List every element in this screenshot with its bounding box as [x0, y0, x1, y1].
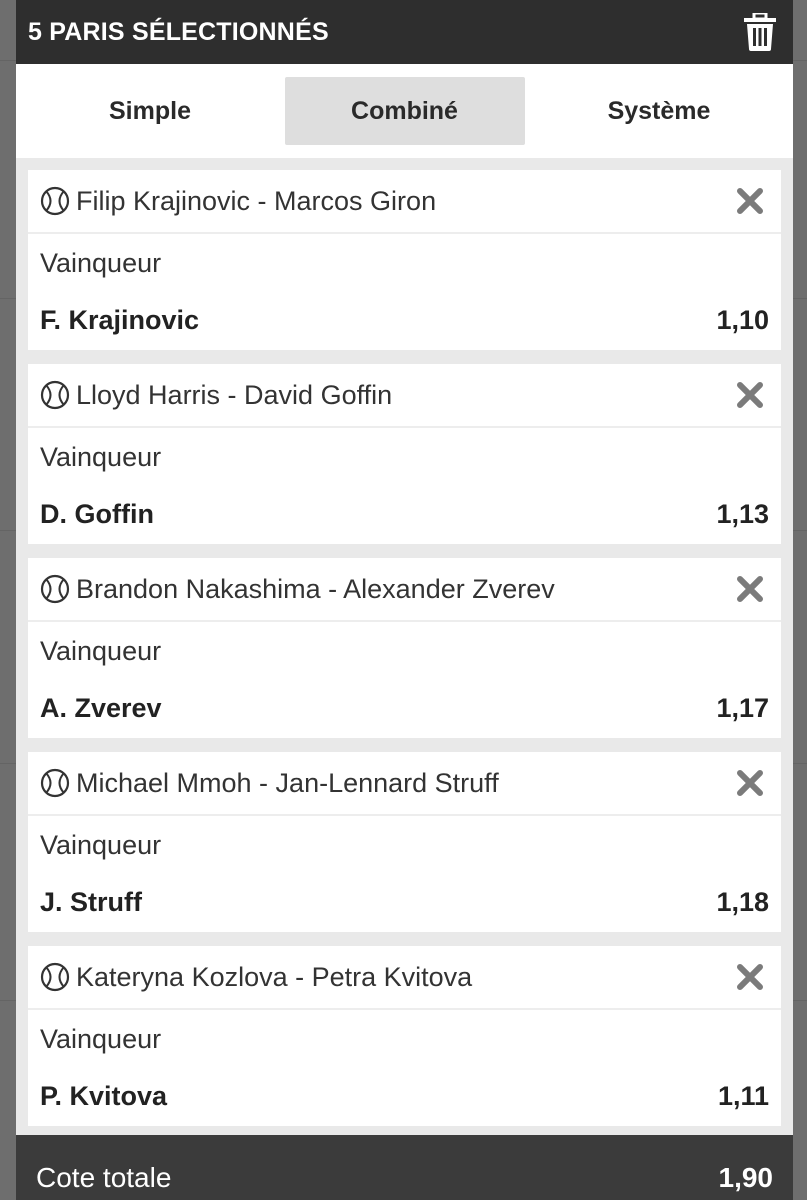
tennis-ball-icon — [40, 962, 70, 992]
bet-card: Brandon Nakashima - Alexander Zverev Vai… — [28, 558, 781, 738]
selection-odds: 1,10 — [716, 304, 769, 335]
betslip-header: 5 PARIS SÉLECTIONNÉS — [16, 0, 793, 64]
total-odds-value: 1,90 — [718, 1162, 774, 1193]
tennis-ball-icon — [40, 380, 70, 410]
match-name: Filip Krajinovic - Marcos Giron — [76, 185, 437, 216]
selection-row: D. Goffin 1,13 — [28, 484, 781, 544]
close-icon[interactable] — [735, 574, 765, 604]
betslip-panel: 5 PARIS SÉLECTIONNÉS Simple Combiné Syst… — [16, 0, 793, 1200]
selection-row: P. Kvitova 1,11 — [28, 1066, 781, 1126]
market-label: Vainqueur — [40, 442, 162, 472]
bet-card: Michael Mmoh - Jan-Lennard Struff Vainqu… — [28, 752, 781, 932]
selection-odds: 1,18 — [716, 886, 769, 917]
bet-card: Kateryna Kozlova - Petra Kvitova Vainque… — [28, 946, 781, 1126]
match-name: Kateryna Kozlova - Petra Kvitova — [76, 961, 473, 992]
match-info: Michael Mmoh - Jan-Lennard Struff — [40, 768, 499, 799]
tab-combine[interactable]: Combiné — [284, 77, 525, 145]
bet-card-header: Filip Krajinovic - Marcos Giron — [28, 170, 781, 234]
match-name: Lloyd Harris - David Goffin — [76, 379, 393, 410]
bet-card: Filip Krajinovic - Marcos Giron Vainqueu… — [28, 170, 781, 350]
tab-simple[interactable]: Simple — [30, 77, 270, 145]
market-label: Vainqueur — [40, 248, 162, 278]
close-icon[interactable] — [735, 768, 765, 798]
selection-name: F. Krajinovic — [40, 304, 200, 335]
match-info: Filip Krajinovic - Marcos Giron — [40, 186, 436, 217]
bet-list: Filip Krajinovic - Marcos Giron Vainqueu… — [16, 158, 793, 1126]
bet-card-header: Brandon Nakashima - Alexander Zverev — [28, 558, 781, 622]
selection-odds: 1,13 — [716, 498, 769, 529]
selection-name: J. Struff — [40, 886, 143, 917]
selection-name: P. Kvitova — [40, 1080, 168, 1111]
tennis-ball-icon — [40, 574, 70, 604]
tennis-ball-icon — [40, 768, 70, 798]
selection-odds: 1,11 — [717, 1080, 769, 1111]
tennis-ball-icon — [40, 186, 70, 216]
market-label: Vainqueur — [40, 1024, 162, 1054]
trash-icon[interactable] — [743, 13, 777, 51]
bet-card: Lloyd Harris - David Goffin Vainqueur D.… — [28, 364, 781, 544]
selection-row: F. Krajinovic 1,10 — [28, 290, 781, 350]
close-icon[interactable] — [735, 380, 765, 410]
market-label: Vainqueur — [40, 636, 162, 666]
betslip-title: 5 PARIS SÉLECTIONNÉS — [28, 17, 329, 46]
close-icon[interactable] — [735, 962, 765, 992]
match-info: Brandon Nakashima - Alexander Zverev — [40, 574, 555, 605]
close-icon[interactable] — [735, 186, 765, 216]
match-info: Kateryna Kozlova - Petra Kvitova — [40, 962, 472, 993]
tab-systeme[interactable]: Système — [539, 77, 779, 145]
bet-card-header: Kateryna Kozlova - Petra Kvitova — [28, 946, 781, 1010]
bet-card-header: Michael Mmoh - Jan-Lennard Struff — [28, 752, 781, 816]
match-info: Lloyd Harris - David Goffin — [40, 380, 392, 411]
selection-row: J. Struff 1,18 — [28, 872, 781, 932]
bet-card-header: Lloyd Harris - David Goffin — [28, 364, 781, 428]
selection-name: A. Zverev — [40, 692, 162, 723]
match-name: Michael Mmoh - Jan-Lennard Struff — [76, 767, 499, 798]
selection-name: D. Goffin — [40, 498, 154, 529]
selection-odds: 1,17 — [716, 692, 769, 723]
market-label: Vainqueur — [40, 830, 162, 860]
match-name: Brandon Nakashima - Alexander Zverev — [76, 573, 555, 604]
total-odds-bar: Cote totale 1,90 — [16, 1135, 793, 1200]
total-odds-label: Cote totale — [36, 1162, 172, 1193]
selection-row: A. Zverev 1,17 — [28, 678, 781, 738]
bet-type-tabs: Simple Combiné Système — [16, 64, 793, 158]
